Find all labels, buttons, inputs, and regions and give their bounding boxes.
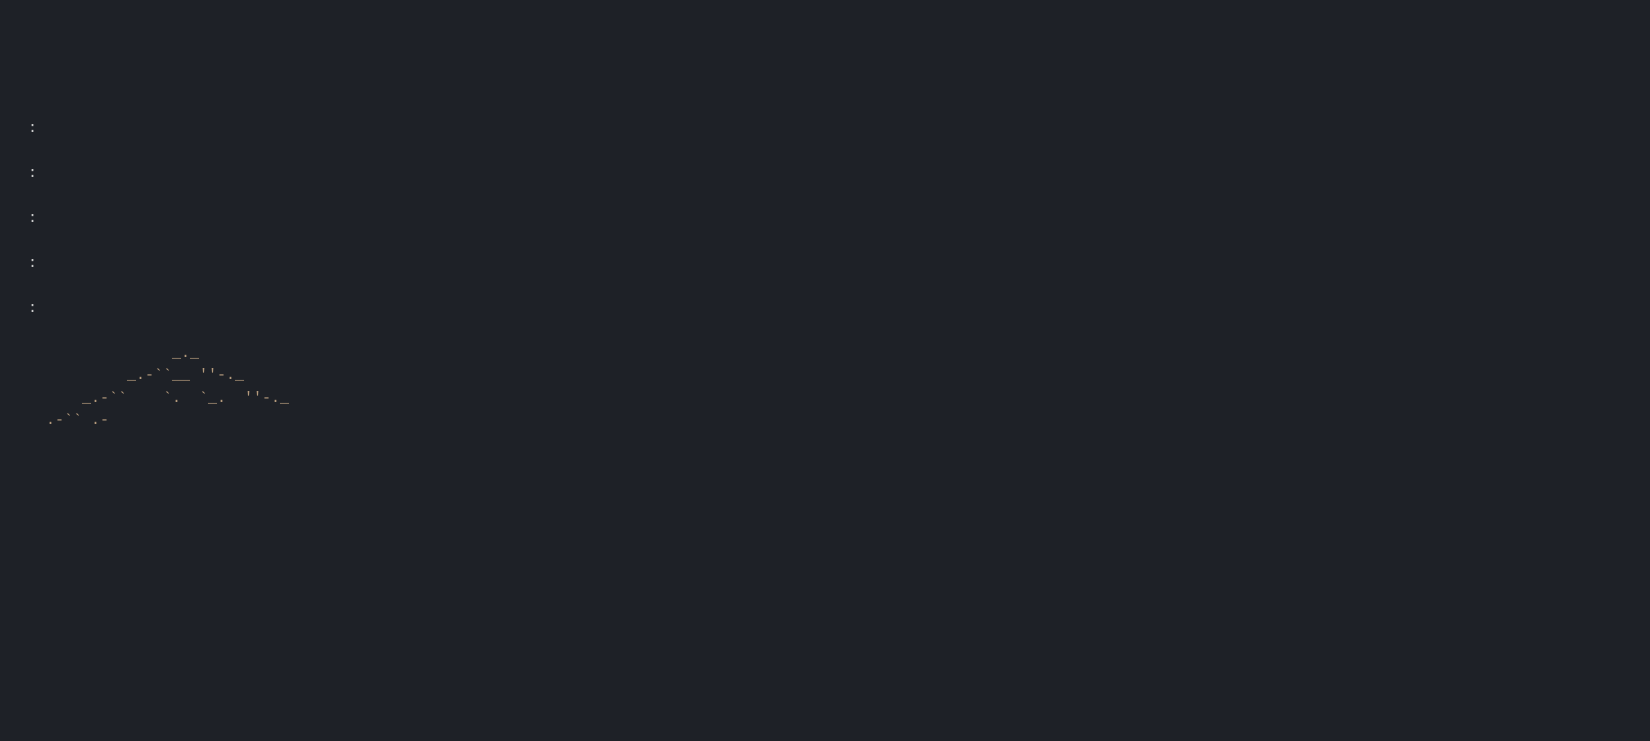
terminal-output[interactable]: : : : : : _._ _.-``__ ''-._ _.-`` `. `_.… (28, 95, 1650, 433)
log-line: : (28, 208, 1650, 231)
log-line: : (28, 118, 1650, 141)
log-line: : (28, 253, 1650, 276)
log-line: : (28, 163, 1650, 186)
ascii-art: _._ _.-``__ ''-._ _.-`` `. `_. ''-._ .-`… (28, 345, 388, 430)
log-line: : (28, 298, 1650, 321)
